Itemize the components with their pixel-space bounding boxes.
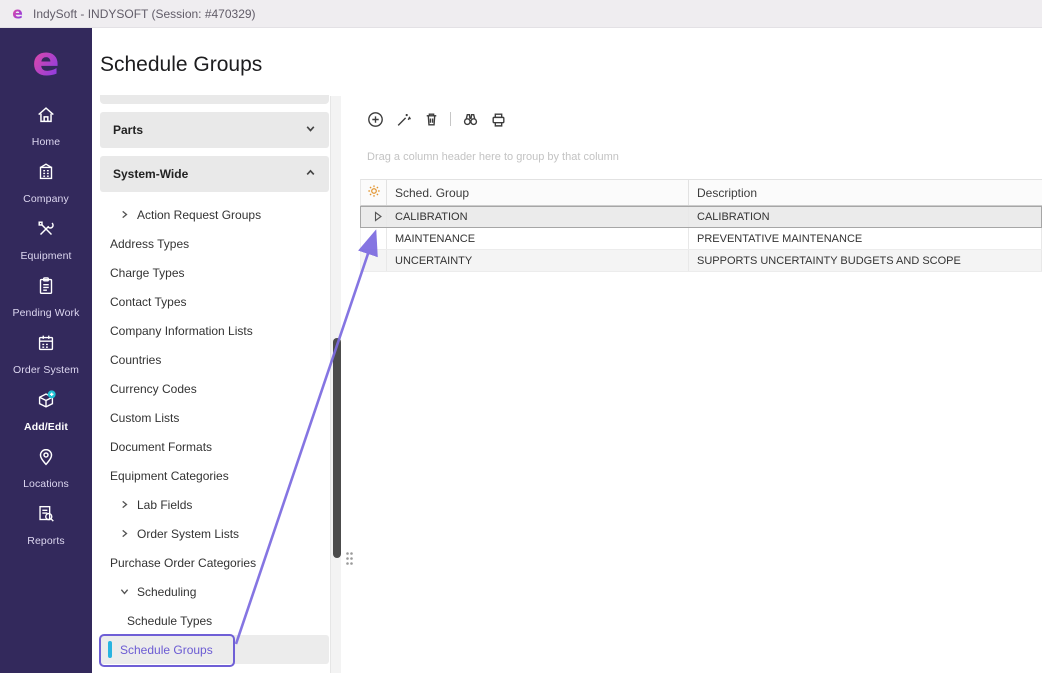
table-row[interactable]: UNCERTAINTY SUPPORTS UNCERTAINTY BUDGETS… — [360, 250, 1042, 272]
magic-wand-icon[interactable] — [394, 110, 412, 128]
sidebar-item-locations[interactable]: Locations — [0, 439, 92, 496]
sidebar-item-label: Reports — [27, 535, 64, 547]
svg-text:e: e — [32, 40, 59, 84]
chevron-right-icon — [120, 208, 129, 222]
delete-icon[interactable] — [422, 110, 440, 128]
sidebar: e Home Company — [0, 28, 92, 673]
titlebar: e IndySoft - INDYSOFT (Session: #470329) — [0, 0, 1042, 28]
cell-description[interactable]: PREVENTATIVE MAINTENANCE — [689, 228, 1042, 249]
nav-item-company-information-lists[interactable]: Company Information Lists — [100, 316, 329, 345]
nav-partial-item — [100, 95, 329, 104]
nav-item-purchase-order-categories[interactable]: Purchase Order Categories — [100, 548, 329, 577]
app-logo-icon: e — [9, 5, 26, 22]
sidebar-item-label: Order System — [13, 364, 79, 376]
nav-section-system-wide[interactable]: System-Wide — [100, 156, 329, 192]
sidebar-item-label: Company — [23, 193, 69, 205]
nav-item-lab-fields[interactable]: Lab Fields — [100, 490, 329, 519]
cell-sched-group[interactable]: UNCERTAINTY — [387, 250, 689, 271]
sidebar-item-equipment[interactable]: Equipment — [0, 211, 92, 268]
nav-item-countries[interactable]: Countries — [100, 345, 329, 374]
column-header-sched-group[interactable]: Sched. Group — [387, 180, 689, 205]
cell-description[interactable]: CALIBRATION — [689, 206, 1042, 227]
column-header-description[interactable]: Description — [689, 180, 1042, 205]
toolbar-separator — [450, 112, 451, 126]
grid-customize-header[interactable] — [361, 180, 387, 205]
cell-description[interactable]: SUPPORTS UNCERTAINTY BUDGETS AND SCOPE — [689, 250, 1042, 271]
reports-icon — [35, 503, 57, 530]
chevron-up-icon — [305, 167, 316, 181]
grid-toolbar — [366, 110, 507, 128]
panel-splitter-handle[interactable] — [345, 551, 354, 571]
chevron-down-icon — [120, 585, 129, 599]
nav-item-charge-types[interactable]: Charge Types — [100, 258, 329, 287]
nav-scrollbar[interactable] — [330, 96, 341, 673]
nav-items-list: Action Request Groups Address Types Char… — [100, 200, 329, 664]
nav-section-label: Parts — [113, 123, 143, 137]
find-icon[interactable] — [461, 110, 479, 128]
sidebar-item-label: Pending Work — [13, 307, 80, 319]
add-edit-icon — [35, 389, 57, 416]
home-icon — [35, 104, 57, 131]
sidebar-item-add-edit[interactable]: Add/Edit — [0, 382, 92, 439]
table-row[interactable]: MAINTENANCE PREVENTATIVE MAINTENANCE — [360, 228, 1042, 250]
app-window: e IndySoft - INDYSOFT (Session: #470329)… — [0, 0, 1042, 673]
sidebar-item-home[interactable]: Home — [0, 97, 92, 154]
sidebar-item-order-system[interactable]: Order System — [0, 325, 92, 382]
chevron-right-icon — [120, 527, 129, 541]
nav-item-action-request-groups[interactable]: Action Request Groups — [100, 200, 329, 229]
print-icon[interactable] — [489, 110, 507, 128]
sidebar-item-reports[interactable]: Reports — [0, 496, 92, 553]
group-by-hint[interactable]: Drag a column header here to group by th… — [367, 151, 619, 163]
schedule-groups-grid: Sched. Group Description CALIBRATION CAL… — [360, 179, 1042, 272]
nav-item-custom-lists[interactable]: Custom Lists — [100, 403, 329, 432]
sidebar-item-company[interactable]: Company — [0, 154, 92, 211]
nav-section-parts[interactable]: Parts — [100, 112, 329, 148]
equipment-icon — [35, 218, 57, 245]
nav-item-address-types[interactable]: Address Types — [100, 229, 329, 258]
page-title: Schedule Groups — [100, 53, 262, 77]
nav-panel: Parts System-Wide Action Request Groups … — [100, 95, 329, 664]
chevron-down-icon — [305, 123, 316, 137]
nav-item-order-system-lists[interactable]: Order System Lists — [100, 519, 329, 548]
sidebar-item-label: Equipment — [20, 250, 71, 262]
sidebar-item-label: Home — [32, 136, 60, 148]
nav-item-contact-types[interactable]: Contact Types — [100, 287, 329, 316]
nav-item-schedule-groups[interactable]: Schedule Groups — [100, 635, 329, 664]
svg-text:e: e — [12, 5, 23, 22]
current-row-triangle-icon — [373, 211, 383, 222]
row-indicator — [361, 228, 387, 249]
nav-scrollbar-thumb[interactable] — [333, 338, 341, 558]
indysoft-logo-icon[interactable]: e — [24, 40, 68, 89]
pending-work-icon — [35, 275, 57, 302]
company-icon — [35, 161, 57, 188]
table-row[interactable]: CALIBRATION CALIBRATION — [360, 206, 1042, 228]
nav-item-currency-codes[interactable]: Currency Codes — [100, 374, 329, 403]
chevron-right-icon — [120, 498, 129, 512]
cell-sched-group[interactable]: MAINTENANCE — [387, 228, 689, 249]
nav-item-schedule-types[interactable]: Schedule Types — [100, 606, 329, 635]
add-record-icon[interactable] — [366, 110, 384, 128]
window-title: IndySoft - INDYSOFT (Session: #470329) — [33, 7, 256, 21]
nav-section-label: System-Wide — [113, 167, 188, 181]
nav-item-scheduling[interactable]: Scheduling — [100, 577, 329, 606]
order-system-icon — [35, 332, 57, 359]
sidebar-item-pending-work[interactable]: Pending Work — [0, 268, 92, 325]
cell-sched-group[interactable]: CALIBRATION — [387, 206, 689, 227]
nav-item-equipment-categories[interactable]: Equipment Categories — [100, 461, 329, 490]
sidebar-item-label: Add/Edit — [24, 421, 68, 433]
selection-bar — [108, 641, 112, 658]
row-indicator — [361, 206, 387, 227]
sidebar-item-label: Locations — [23, 478, 69, 490]
sun-icon — [367, 184, 381, 201]
nav-item-document-formats[interactable]: Document Formats — [100, 432, 329, 461]
locations-icon — [35, 446, 57, 473]
grid-header-row: Sched. Group Description — [360, 179, 1042, 206]
row-indicator — [361, 250, 387, 271]
